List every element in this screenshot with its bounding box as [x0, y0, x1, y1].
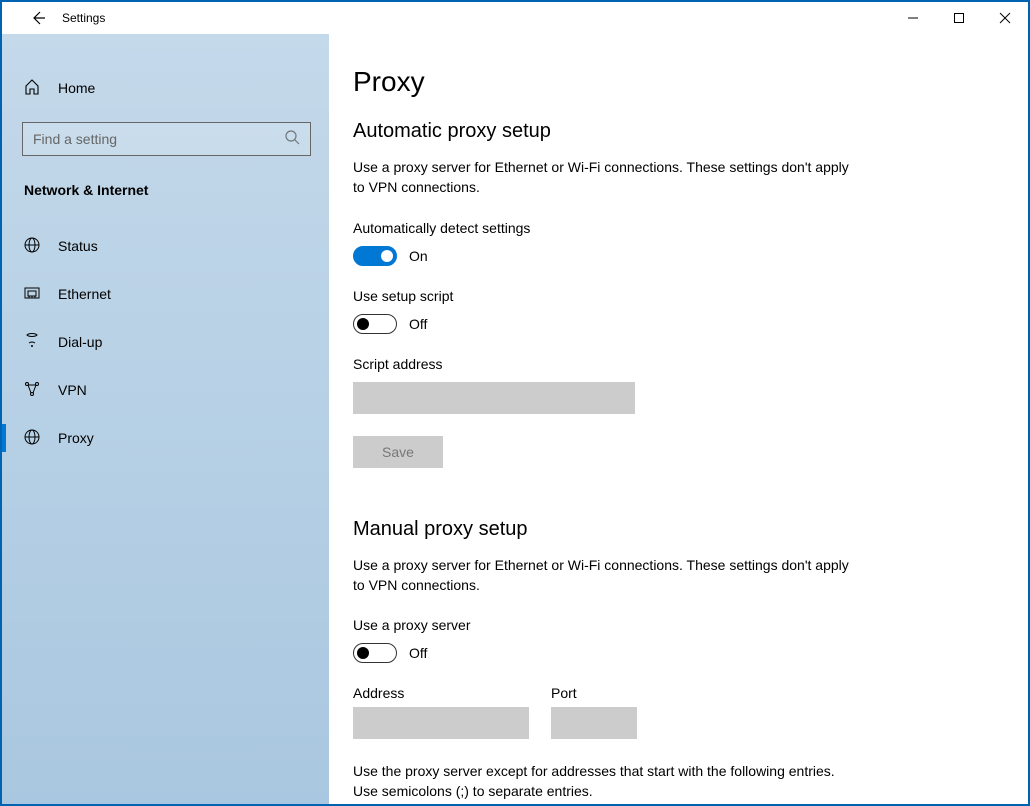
app-title: Settings — [62, 11, 105, 25]
sidebar-item-label: Dial-up — [58, 334, 102, 350]
page-title: Proxy — [353, 66, 988, 98]
address-label: Address — [353, 685, 529, 701]
use-script-toggle[interactable] — [353, 314, 397, 334]
sidebar-item-proxy[interactable]: Proxy — [2, 414, 329, 462]
window-close-button[interactable] — [982, 2, 1028, 34]
auto-detect-state: On — [409, 248, 428, 264]
globe-icon — [24, 237, 40, 256]
search-input[interactable] — [33, 131, 284, 147]
save-button[interactable]: Save — [353, 436, 443, 468]
home-icon — [24, 79, 40, 98]
section-desc-manual: Use a proxy server for Ethernet or Wi-Fi… — [353, 555, 853, 596]
main-content: Proxy Automatic proxy setup Use a proxy … — [329, 34, 1028, 804]
search-box[interactable] — [22, 122, 311, 156]
sidebar-item-dialup[interactable]: Dial-up — [2, 318, 329, 366]
sidebar-item-label: VPN — [58, 382, 87, 398]
sidebar-item-vpn[interactable]: VPN — [2, 366, 329, 414]
sidebar-item-status[interactable]: Status — [2, 222, 329, 270]
window-maximize-button[interactable] — [936, 2, 982, 34]
sidebar-home[interactable]: Home — [2, 68, 329, 108]
back-button[interactable] — [22, 2, 54, 34]
sidebar-home-label: Home — [58, 80, 95, 96]
ethernet-icon — [24, 285, 40, 304]
search-icon — [284, 129, 300, 150]
use-proxy-label: Use a proxy server — [353, 617, 988, 633]
use-script-label: Use setup script — [353, 288, 988, 304]
use-proxy-toggle[interactable] — [353, 643, 397, 663]
sidebar-item-label: Status — [58, 238, 98, 254]
sidebar-item-ethernet[interactable]: Ethernet — [2, 270, 329, 318]
script-address-input[interactable] — [353, 382, 635, 414]
auto-detect-label: Automatically detect settings — [353, 220, 988, 236]
sidebar: Settings Home Network & Internet — [2, 34, 329, 804]
section-heading-manual: Manual proxy setup — [353, 518, 988, 541]
title-bar — [2, 2, 1028, 34]
address-input[interactable] — [353, 707, 529, 739]
port-input[interactable] — [551, 707, 637, 739]
port-label: Port — [551, 685, 637, 701]
section-heading-auto: Automatic proxy setup — [353, 120, 988, 143]
use-proxy-state: Off — [409, 645, 427, 661]
sidebar-category-label: Network & Internet — [2, 156, 329, 206]
script-address-label: Script address — [353, 356, 988, 372]
window-minimize-button[interactable] — [890, 2, 936, 34]
sidebar-item-label: Proxy — [58, 430, 94, 446]
vpn-icon — [24, 381, 40, 400]
globe-icon — [24, 429, 40, 448]
exceptions-desc: Use the proxy server except for addresse… — [353, 761, 853, 802]
section-desc-auto: Use a proxy server for Ethernet or Wi-Fi… — [353, 157, 853, 198]
sidebar-item-label: Ethernet — [58, 286, 111, 302]
use-script-state: Off — [409, 316, 427, 332]
dialup-icon — [24, 333, 40, 352]
auto-detect-toggle[interactable] — [353, 246, 397, 266]
